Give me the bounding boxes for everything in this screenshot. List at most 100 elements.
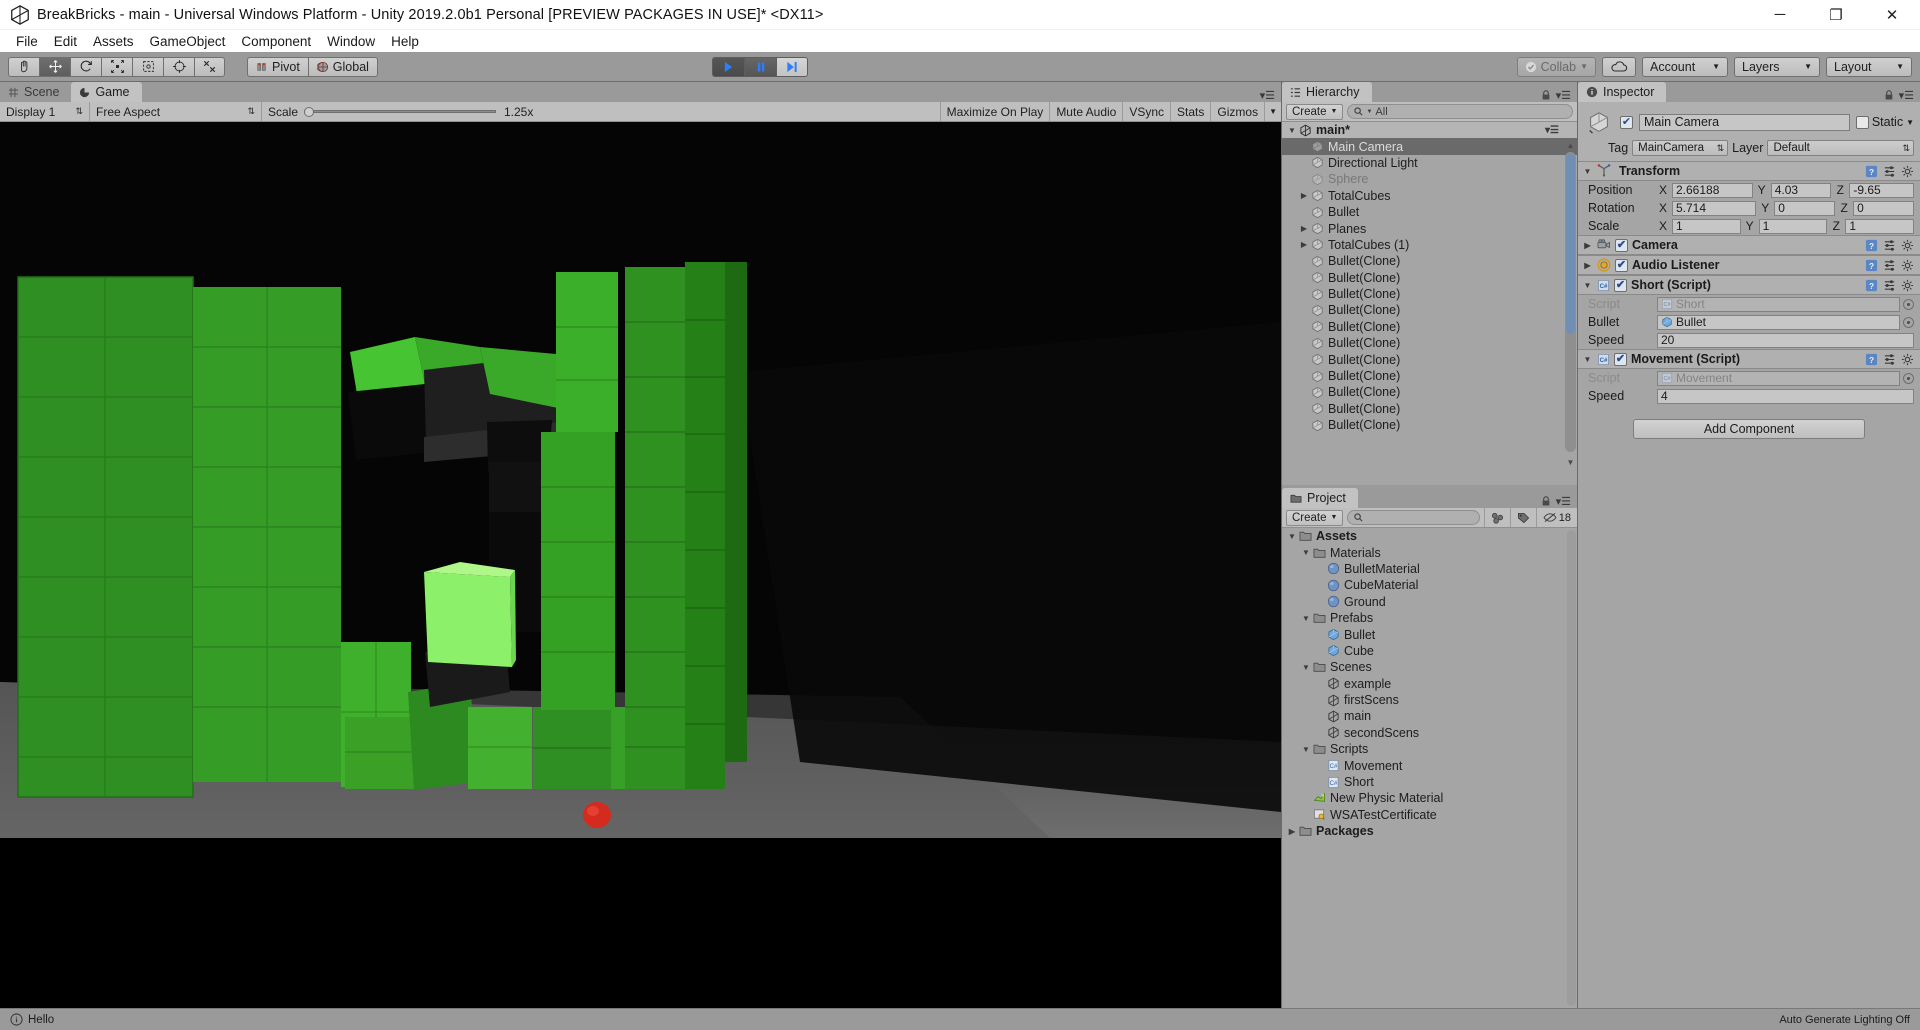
project-item[interactable]: ▶ Packages (1282, 823, 1577, 839)
layers-dropdown[interactable]: Layers ▼ (1734, 56, 1820, 77)
component-header-movement-script[interactable]: ▼ C# Movement (Script)? (1578, 349, 1920, 369)
tab-hierarchy[interactable]: Hierarchy (1282, 82, 1372, 102)
status-info-icon[interactable] (10, 1013, 23, 1026)
project-tree[interactable]: ▼ Assets ▼ Materials BulletMaterial CubeMater… (1282, 528, 1577, 1008)
preset-icon[interactable] (1883, 239, 1896, 252)
hierarchy-item[interactable]: Bullet(Clone) (1282, 384, 1577, 400)
gear-icon[interactable] (1901, 279, 1914, 292)
game-view-render[interactable] (0, 122, 1281, 1008)
gear-icon[interactable] (1901, 165, 1914, 178)
component-enabled-checkbox[interactable] (1615, 258, 1628, 272)
hierarchy-item[interactable]: Bullet(Clone) (1282, 368, 1577, 384)
account-dropdown[interactable]: Account ▼ (1642, 56, 1728, 77)
gear-icon[interactable] (1901, 239, 1914, 252)
static-checkbox[interactable] (1855, 115, 1869, 129)
project-create-button[interactable]: Create ▼ (1286, 509, 1344, 526)
foldout-closed-icon[interactable]: ▶ (1582, 241, 1593, 250)
foldout-closed-icon[interactable]: ▶ (1298, 224, 1310, 233)
menu-item-help[interactable]: Help (383, 32, 427, 51)
tab-project[interactable]: Project (1282, 488, 1358, 508)
menu-item-component[interactable]: Component (233, 32, 319, 51)
preset-icon[interactable] (1883, 259, 1896, 272)
stats-toggle[interactable]: Stats (1171, 102, 1212, 121)
display-dropdown[interactable]: Display 1 ⇅ (0, 102, 90, 121)
project-item[interactable]: C# Movement (1282, 757, 1577, 773)
project-item[interactable]: ▼ Scenes (1282, 659, 1577, 675)
custom-editor-tool-button[interactable] (194, 56, 225, 77)
maximize-on-play-toggle[interactable]: Maximize On Play (939, 102, 1051, 121)
field-object-reference[interactable]: C# Short (1657, 296, 1900, 312)
gear-icon[interactable] (1901, 353, 1914, 366)
maximize-button[interactable]: ❐ (1808, 0, 1864, 30)
scale-slider-group[interactable]: Scale (262, 102, 502, 121)
component-enabled-checkbox[interactable] (1615, 238, 1628, 252)
add-component-button[interactable]: Add Component (1633, 419, 1865, 439)
help-icon[interactable]: ? (1865, 239, 1878, 252)
scale-slider-handle[interactable] (304, 106, 315, 117)
project-scrollbar[interactable] (1567, 530, 1576, 1006)
object-picker-button[interactable] (1903, 298, 1914, 310)
step-button[interactable] (776, 56, 808, 77)
tab-game[interactable]: Game (71, 82, 142, 102)
hierarchy-item[interactable]: Bullet(Clone) (1282, 351, 1577, 367)
hierarchy-scroll-thumb[interactable] (1566, 154, 1575, 334)
status-message[interactable]: Hello (28, 1014, 54, 1026)
project-item[interactable]: ▼ Scripts (1282, 741, 1577, 757)
search-filter-chevron-icon[interactable]: ▼ (1366, 109, 1372, 115)
scale-tool-button[interactable] (101, 56, 132, 77)
hierarchy-scrollbar[interactable] (1565, 152, 1576, 452)
hierarchy-scroll-down-arrow[interactable]: ▼ (1565, 457, 1576, 468)
foldout-closed-icon[interactable]: ▶ (1298, 240, 1310, 249)
hierarchy-item[interactable]: ▶ Planes (1282, 220, 1577, 236)
preset-icon[interactable] (1883, 279, 1896, 292)
hierarchy-item[interactable]: Main Camera (1282, 138, 1577, 155)
scale-slider[interactable] (304, 106, 496, 118)
tag-dropdown[interactable]: MainCamera ⇅ (1632, 140, 1729, 156)
hierarchy-item[interactable]: ▶ TotalCubes (1) (1282, 237, 1577, 253)
tab-scene[interactable]: Scene (0, 82, 71, 102)
transform-position-y-input[interactable]: 4.03 (1770, 182, 1832, 198)
close-button[interactable]: ✕ (1864, 0, 1920, 30)
foldout-closed-icon[interactable]: ▶ (1298, 191, 1310, 200)
hierarchy-item[interactable]: Bullet(Clone) (1282, 417, 1577, 433)
filter-by-label-button[interactable] (1511, 508, 1537, 527)
panel-menu-icon[interactable]: ▾☰ (1899, 89, 1914, 102)
rotate-tool-button[interactable] (70, 56, 101, 77)
preset-icon[interactable] (1883, 165, 1896, 178)
help-icon[interactable]: ? (1865, 259, 1878, 272)
hierarchy-item[interactable]: Bullet(Clone) (1282, 319, 1577, 335)
gameobject-enabled-checkbox[interactable] (1620, 115, 1633, 129)
gameobject-name-input[interactable]: Main Camera (1639, 113, 1850, 131)
move-tool-button[interactable] (39, 56, 70, 77)
hierarchy-item[interactable]: Sphere (1282, 171, 1577, 187)
foldout-open-icon[interactable]: ▼ (1582, 355, 1593, 364)
project-search-input[interactable] (1347, 510, 1480, 525)
project-item[interactable]: main (1282, 708, 1577, 724)
hierarchy-create-button[interactable]: Create ▼ (1286, 103, 1344, 120)
hierarchy-item[interactable]: ▶ TotalCubes (1282, 188, 1577, 204)
hierarchy-scroll-up-arrow[interactable]: ▲ (1565, 140, 1576, 151)
foldout-open-icon[interactable]: ▼ (1300, 548, 1312, 557)
project-item[interactable]: BulletMaterial (1282, 561, 1577, 577)
hierarchy-item[interactable]: Directional Light (1282, 155, 1577, 171)
field-value-input[interactable]: 4 (1657, 388, 1914, 404)
panel-menu-icon[interactable]: ▾☰ (1260, 89, 1275, 102)
help-icon[interactable]: ? (1865, 353, 1878, 366)
hierarchy-scene-root[interactable]: ▼ main* ▾☰ (1282, 122, 1577, 139)
foldout-open-icon[interactable]: ▼ (1300, 614, 1312, 623)
project-item[interactable]: New Physic Material (1282, 790, 1577, 806)
foldout-closed-icon[interactable]: ▶ (1286, 827, 1298, 836)
menu-item-file[interactable]: File (8, 32, 46, 51)
component-header-audio-listener[interactable]: ▶ Audio Listener? (1578, 255, 1920, 275)
project-item[interactable]: Ground (1282, 594, 1577, 610)
gizmos-chevron-down-icon[interactable]: ▼ (1265, 102, 1281, 121)
hierarchy-item[interactable]: Bullet(Clone) (1282, 335, 1577, 351)
component-header-transform[interactable]: ▼ Transform ? (1578, 161, 1920, 181)
foldout-open-icon[interactable]: ▼ (1300, 663, 1312, 672)
transform-rotation-y-input[interactable]: 0 (1774, 200, 1836, 216)
layer-dropdown[interactable]: Default ⇅ (1767, 140, 1914, 156)
gear-icon[interactable] (1901, 259, 1914, 272)
component-header-short-script[interactable]: ▼ C# Short (Script)? (1578, 275, 1920, 295)
field-value-input[interactable]: 20 (1657, 332, 1914, 348)
global-toggle-button[interactable]: Global (307, 56, 378, 77)
